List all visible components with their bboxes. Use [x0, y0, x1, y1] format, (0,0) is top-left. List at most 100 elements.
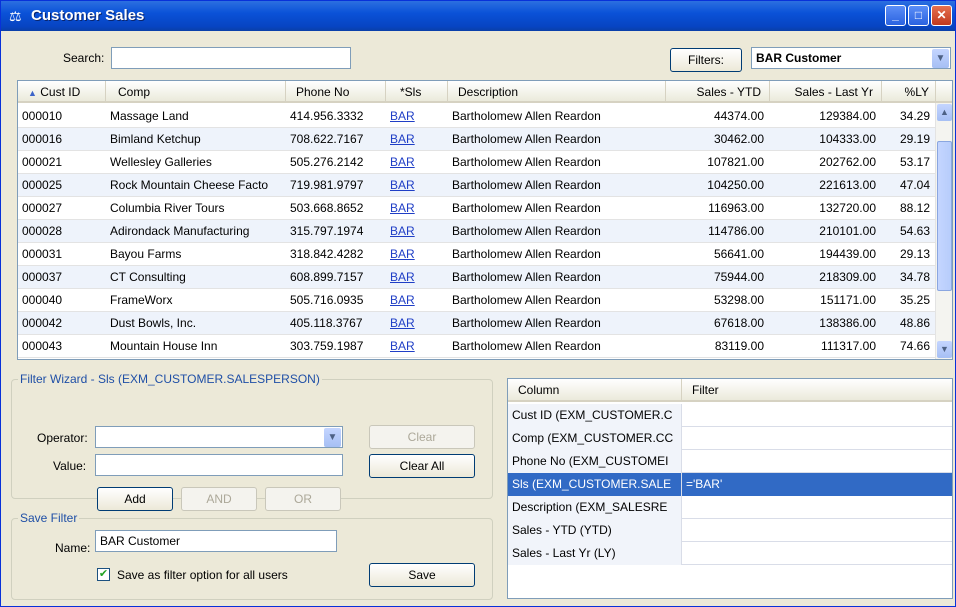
search-label: Search:: [63, 51, 105, 65]
cust-id-cell: 000042: [22, 316, 63, 330]
clear-button[interactable]: Clear: [369, 425, 475, 449]
value-input[interactable]: [95, 454, 343, 476]
table-row[interactable]: 000028 Adirondack Manufacturing 315.797.19…: [18, 220, 936, 243]
filter-name-input[interactable]: BAR Customer: [95, 530, 337, 552]
and-button[interactable]: AND: [181, 487, 257, 511]
salesperson-link[interactable]: BAR: [386, 289, 448, 312]
phone-cell: 414.956.3332: [290, 109, 364, 123]
table-row[interactable]: 000027 Columbia River Tours 503.668.8652 BA…: [18, 197, 936, 220]
description-cell: Bartholomew Allen Reardon: [452, 316, 601, 330]
column-header-pct-ly[interactable]: %LY: [882, 81, 936, 103]
table-row[interactable]: 000037 CT Consulting 608.899.7157 BAR Bartho…: [18, 266, 936, 289]
pct-ly-cell: 34.29: [899, 109, 930, 123]
filter-value-cell[interactable]: [682, 450, 952, 473]
pct-ly-cell: 35.25: [899, 293, 930, 307]
grid-scrollbar[interactable]: ▲ ▼: [935, 103, 952, 359]
column-header-sales-last-yr[interactable]: Sales - Last Yr: [770, 81, 882, 103]
table-row[interactable]: 000025 Rock Mountain Cheese Facto 719.981.…: [18, 174, 936, 197]
cust-id-cell: 000021: [22, 155, 63, 169]
salesperson-link[interactable]: BAR: [386, 197, 448, 220]
filter-column-cell: Sales - YTD (YTD): [508, 519, 682, 542]
sales-ytd-cell: 53298.00: [713, 293, 764, 307]
save-for-all-checkbox[interactable]: ✔: [97, 568, 110, 581]
scroll-down-icon[interactable]: ▼: [937, 341, 952, 358]
clear-all-button[interactable]: Clear All: [369, 454, 475, 478]
column-header-column[interactable]: Column: [508, 379, 682, 402]
filter-row[interactable]: Cust ID (EXM_CUSTOMER.C: [508, 404, 952, 427]
filter-value-cell[interactable]: [682, 519, 952, 542]
cust-id-cell: 000010: [22, 109, 63, 123]
filters-select[interactable]: BAR Customer ▼: [751, 47, 951, 69]
column-header-sls[interactable]: *Sls: [386, 81, 448, 103]
maximize-button[interactable]: □: [908, 5, 929, 26]
or-button[interactable]: OR: [265, 487, 341, 511]
chevron-down-icon[interactable]: ▼: [932, 49, 949, 68]
sales-ytd-cell: 30462.00: [713, 132, 764, 146]
salesperson-link[interactable]: BAR: [386, 335, 448, 358]
salesperson-link[interactable]: BAR: [386, 312, 448, 335]
description-cell: Bartholomew Allen Reardon: [452, 155, 601, 169]
sales-ytd-cell: 83119.00: [714, 339, 764, 353]
title-bar[interactable]: ⚖ Customer Sales _ □ ✕: [1, 1, 955, 31]
sales-ytd-cell: 107821.00: [707, 155, 764, 169]
add-button[interactable]: Add: [97, 487, 173, 511]
table-row[interactable]: 000031 Bayou Farms 318.842.4282 BAR Bartholo…: [18, 243, 936, 266]
filter-row[interactable]: Sls (EXM_CUSTOMER.SALE ='BAR': [508, 473, 952, 496]
column-header-comp[interactable]: Comp: [106, 81, 286, 103]
cust-id-cell: 000016: [22, 132, 63, 146]
description-cell: Bartholomew Allen Reardon: [452, 201, 601, 215]
salesperson-link[interactable]: BAR: [386, 105, 448, 128]
filter-value-cell[interactable]: [682, 542, 952, 565]
filter-row[interactable]: Comp (EXM_CUSTOMER.CC: [508, 427, 952, 450]
column-header-description[interactable]: Description: [448, 81, 666, 103]
grid-header: ▲ Cust ID Comp Phone No *Sls Description…: [18, 81, 952, 103]
scroll-up-icon[interactable]: ▲: [937, 104, 952, 121]
sales-ytd-cell: 75944.00: [713, 270, 764, 284]
table-row[interactable]: 000043 Mountain House Inn 303.759.1987 BAR B…: [18, 335, 936, 358]
phone-cell: 505.276.2142: [290, 155, 364, 169]
column-header-phone[interactable]: Phone No: [286, 81, 386, 103]
salesperson-link[interactable]: BAR: [386, 266, 448, 289]
close-button[interactable]: ✕: [931, 5, 952, 26]
comp-cell: Columbia River Tours: [110, 201, 225, 215]
filter-column-cell: Description (EXM_SALESRE: [508, 496, 682, 519]
filter-row[interactable]: Phone No (EXM_CUSTOMEI: [508, 450, 952, 473]
pct-ly-cell: 54.63: [899, 224, 930, 238]
name-label: Name:: [55, 541, 91, 555]
table-row[interactable]: 000042 Dust Bowls, Inc. 405.118.3767 BAR Bar…: [18, 312, 936, 335]
salesperson-link[interactable]: BAR: [386, 220, 448, 243]
scroll-thumb[interactable]: [937, 141, 952, 291]
table-row[interactable]: 000016 Bimland Ketchup 708.622.7167 BAR Bart…: [18, 128, 936, 151]
filter-row[interactable]: Sales - Last Yr (LY): [508, 542, 952, 565]
table-row[interactable]: 000040 FrameWorx 505.716.0935 BAR Bartholome…: [18, 289, 936, 312]
save-button[interactable]: Save: [369, 563, 475, 587]
table-row[interactable]: 000010 Massage Land 414.956.3332 BAR Barthol…: [18, 105, 936, 128]
search-input[interactable]: [111, 47, 351, 69]
minimize-button[interactable]: _: [885, 5, 906, 26]
salesperson-link[interactable]: BAR: [386, 128, 448, 151]
filter-value-cell[interactable]: [682, 496, 952, 519]
filter-value-cell[interactable]: [682, 404, 952, 427]
filter-value-cell[interactable]: [682, 427, 952, 450]
table-row[interactable]: 000021 Wellesley Galleries 505.276.2142 BAR…: [18, 151, 936, 174]
phone-cell: 318.842.4282: [290, 247, 364, 261]
filters-button[interactable]: Filters:: [670, 48, 742, 72]
salesperson-link[interactable]: BAR: [386, 174, 448, 197]
column-header-cust-id[interactable]: ▲ Cust ID: [18, 81, 106, 103]
customer-sales-window: ⚖ Customer Sales _ □ ✕ Search: Filters: …: [0, 0, 956, 607]
value-label: Value:: [53, 459, 87, 473]
column-header-sales-ytd[interactable]: Sales - YTD: [666, 81, 770, 103]
description-cell: Bartholomew Allen Reardon: [452, 293, 601, 307]
column-header-filter[interactable]: Filter: [682, 379, 952, 402]
filter-row[interactable]: Sales - YTD (YTD): [508, 519, 952, 542]
chevron-down-icon[interactable]: ▼: [324, 428, 341, 447]
operator-select[interactable]: ▼: [95, 426, 343, 448]
salesperson-link[interactable]: BAR: [386, 243, 448, 266]
filter-row[interactable]: Description (EXM_SALESRE: [508, 496, 952, 519]
salesperson-link[interactable]: BAR: [386, 151, 448, 174]
filter-column-cell: Comp (EXM_CUSTOMER.CC: [508, 427, 682, 450]
window-title: Customer Sales: [31, 7, 145, 24]
sort-ascending-icon: ▲: [28, 88, 37, 98]
filter-value-cell[interactable]: ='BAR': [682, 473, 952, 496]
pct-ly-cell: 29.19: [899, 132, 930, 146]
